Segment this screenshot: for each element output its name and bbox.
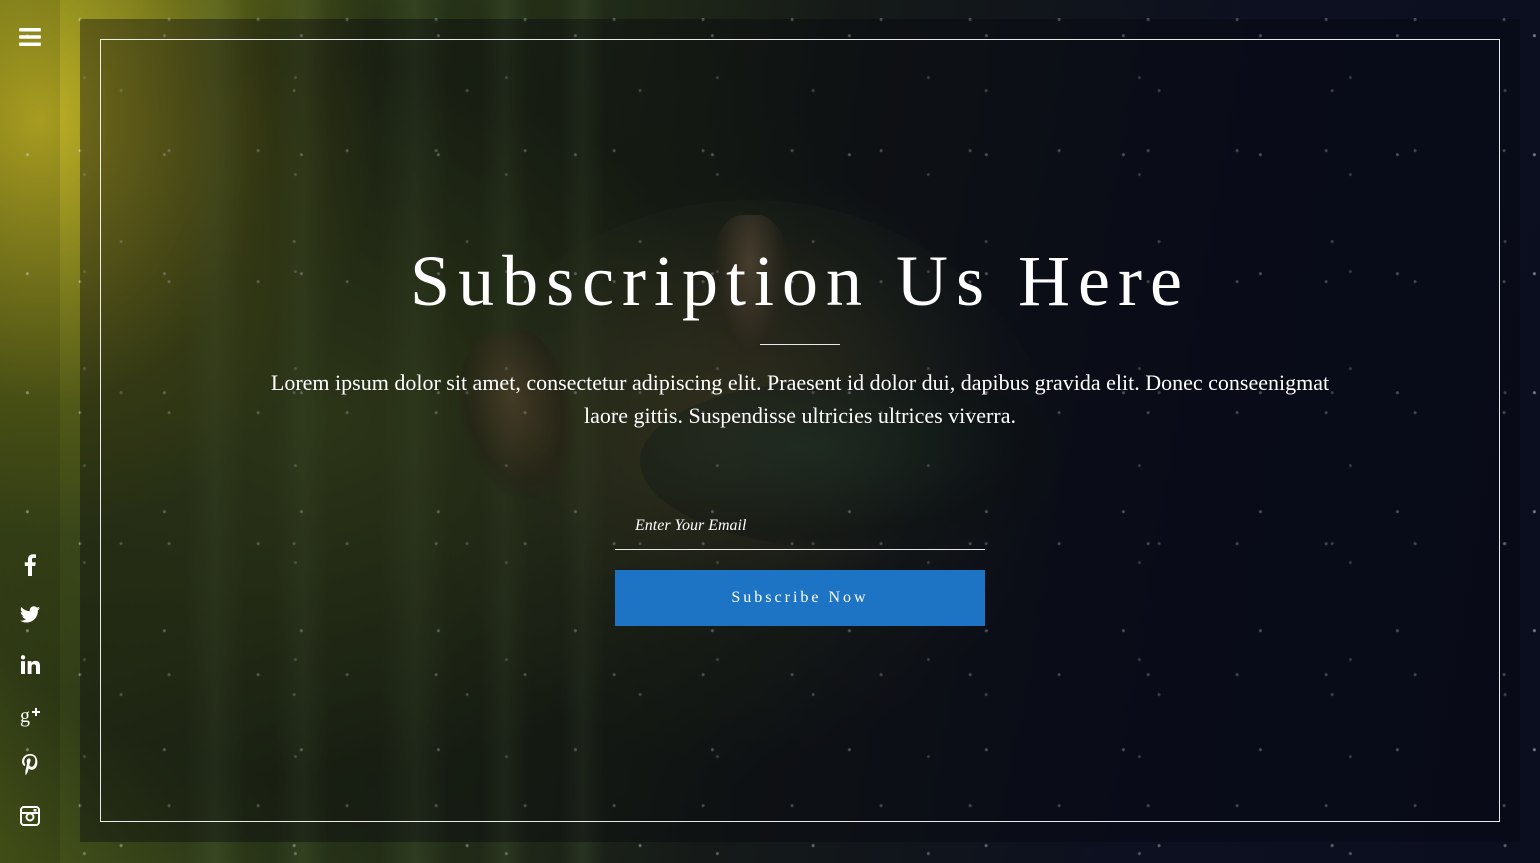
twitter-link[interactable] — [0, 604, 60, 630]
google-plus-link[interactable]: g — [0, 704, 60, 730]
facebook-link[interactable] — [0, 553, 60, 581]
page-title: Subscription Us Here — [410, 241, 1190, 321]
svg-text:g: g — [20, 705, 30, 727]
twitter-icon — [20, 606, 40, 628]
hero-description: Lorem ipsum dolor sit amet, consectetur … — [270, 370, 1330, 428]
title-divider — [760, 344, 840, 345]
google-plus-icon: g — [19, 703, 41, 732]
email-input[interactable] — [615, 502, 985, 550]
pinterest-icon — [22, 753, 38, 781]
facebook-icon — [24, 553, 36, 581]
linkedin-icon — [20, 655, 40, 679]
sidebar: g — [0, 0, 60, 863]
pinterest-link[interactable] — [0, 753, 60, 781]
instagram-icon — [20, 805, 40, 831]
hamburger-menu-icon[interactable] — [19, 26, 41, 48]
linkedin-link[interactable] — [0, 654, 60, 680]
subscribe-button[interactable]: Subscribe Now — [615, 570, 985, 626]
instagram-link[interactable] — [0, 805, 60, 831]
